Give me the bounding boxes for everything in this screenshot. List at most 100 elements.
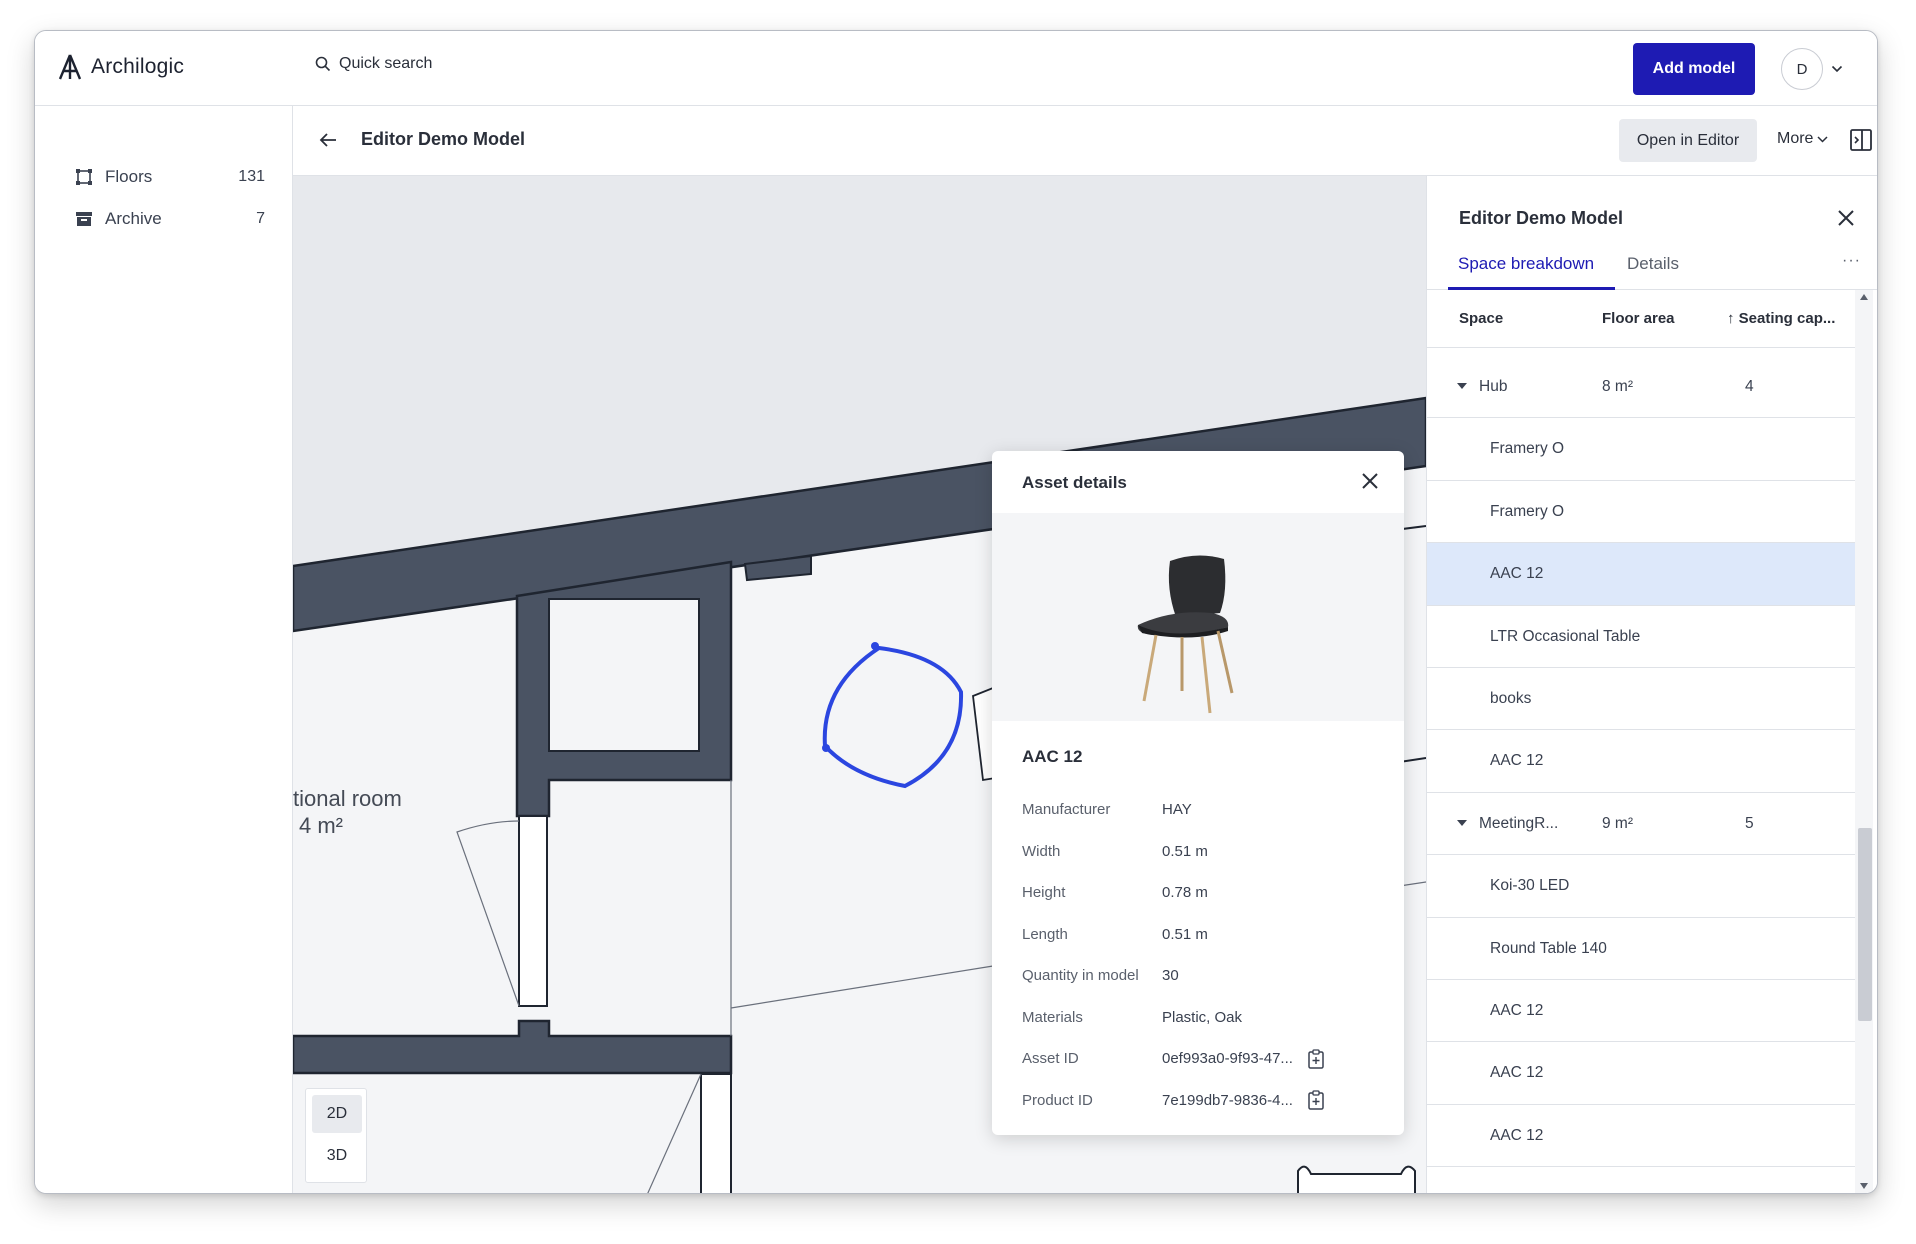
asset-name: Framery O [1490, 502, 1565, 520]
panel-title: Editor Demo Model [1459, 208, 1624, 228]
floor-plan-icon [76, 169, 92, 185]
space-breakdown-panel: Editor Demo Model Space breakdown Detail… [1426, 176, 1877, 1193]
table-row[interactable]: LTR Occasional Table [1427, 606, 1855, 668]
table-row[interactable]: Round Table 140 [1427, 918, 1855, 980]
floor-area: 8 m² [1602, 378, 1633, 395]
asset-preview [992, 513, 1404, 721]
asset-details-heading: Asset details [1022, 473, 1127, 492]
app-name: Archilogic [91, 55, 185, 78]
property-key: Length [1022, 925, 1068, 943]
property-key: Asset ID [1022, 1050, 1079, 1068]
property-row: Quantity in model 30 [1022, 955, 1382, 997]
room-area: 4 m² [299, 813, 343, 838]
table-row[interactable]: AAC 12 [1427, 1042, 1855, 1105]
sidebar: Floors 131 Archive 7 [35, 106, 293, 1193]
more-menu[interactable]: More [1777, 130, 1828, 148]
table-row[interactable]: AAC 12 [1427, 730, 1855, 793]
property-value: Plastic, Oak [1162, 1008, 1243, 1026]
app-window: Archilogic Quick search Add model D Floo… [34, 30, 1878, 1194]
seating-capacity: 4 [1745, 378, 1754, 395]
column-header-seating-capacity[interactable]: ↑ Seating cap... [1727, 310, 1835, 327]
user-menu[interactable]: D [1781, 48, 1843, 90]
back-arrow-icon[interactable] [317, 129, 339, 151]
copy-clipboard-icon[interactable] [1307, 1049, 1325, 1069]
search-placeholder: Quick search [339, 55, 433, 72]
archilogic-logo-icon [58, 54, 82, 80]
scroll-up-arrow-icon[interactable] [1860, 294, 1868, 300]
avatar[interactable]: D [1781, 48, 1823, 90]
panel-scrollbar[interactable] [1855, 290, 1873, 1193]
selected-chair-outline[interactable] [822, 642, 964, 789]
table-row[interactable]: AAC 12 [1427, 1105, 1855, 1168]
quick-search[interactable]: Quick search [315, 55, 432, 73]
property-row: Asset ID 0ef993a0-9f93-47... [1022, 1038, 1382, 1080]
property-row: Width 0.51 m [1022, 831, 1382, 873]
table-header: Space Floor area ↑ Seating cap... [1427, 290, 1855, 348]
property-value: 7e199db7-9836-4... [1162, 1091, 1293, 1109]
copy-clipboard-icon[interactable] [1307, 1090, 1325, 1110]
asset-name: AAC 12 [1022, 747, 1083, 766]
add-model-button[interactable]: Add model [1633, 43, 1755, 95]
property-row: Manufacturer HAY [1022, 789, 1382, 831]
page-title: Editor Demo Model [361, 129, 526, 149]
table-row[interactable]: AAC 12 [1427, 980, 1855, 1043]
asset-name: AAC 12 [1490, 752, 1544, 770]
app-logo[interactable]: Archilogic [57, 53, 184, 81]
view-3d-button[interactable]: 3D [312, 1137, 362, 1175]
space-table: Hub 8 m² 4 Framery O Framery O AAC 12 LT… [1427, 356, 1855, 1168]
space-name: Hub [1479, 378, 1508, 395]
chevron-down-icon [1817, 135, 1828, 143]
caret-down-icon[interactable] [1457, 383, 1467, 389]
property-value: 0.78 m [1162, 884, 1208, 902]
column-header-space[interactable]: Space [1459, 310, 1503, 327]
space-name: MeetingR... [1479, 814, 1559, 832]
open-in-editor-button[interactable]: Open in Editor [1619, 119, 1757, 162]
asset-name: AAC 12 [1490, 1001, 1544, 1019]
asset-name: AAC 12 [1490, 565, 1544, 583]
table-row[interactable]: Koi-30 LED [1427, 855, 1855, 918]
property-row: Materials Plastic, Oak [1022, 997, 1382, 1039]
scroll-down-arrow-icon[interactable] [1860, 1183, 1868, 1189]
sidebar-item-floors[interactable]: Floors 131 [75, 162, 265, 192]
table-row-selected[interactable]: AAC 12 [1427, 543, 1855, 606]
floor-area: 9 m² [1602, 814, 1633, 832]
property-value: HAY [1162, 801, 1192, 819]
sidebar-item-count: 7 [256, 210, 265, 227]
view-2d-button[interactable]: 2D [312, 1095, 362, 1133]
sidebar-item-label: Floors [105, 167, 153, 186]
tab-details[interactable]: Details [1627, 254, 1679, 290]
panel-tabs: Space breakdown Details [1427, 254, 1877, 290]
archive-box-icon [76, 212, 92, 226]
model-header: Editor Demo Model Open in Editor More [293, 106, 1877, 176]
property-row: Height 0.78 m [1022, 872, 1382, 914]
close-icon[interactable] [1360, 471, 1380, 491]
property-key: Product ID [1022, 1091, 1093, 1109]
property-row: Length 0.51 m [1022, 914, 1382, 956]
table-row[interactable]: Framery O [1427, 418, 1855, 481]
sidebar-item-archive[interactable]: Archive 7 [75, 204, 265, 234]
sidebar-item-count: 131 [238, 168, 265, 185]
property-key: Width [1022, 842, 1061, 860]
asset-name: AAC 12 [1490, 1126, 1544, 1144]
property-key: Manufacturer [1022, 801, 1111, 819]
scrollbar-thumb[interactable] [1858, 828, 1872, 1021]
chair-thumbnail [1137, 555, 1234, 714]
sidebar-item-label: Archive [105, 209, 162, 228]
asset-name: books [1490, 689, 1532, 707]
side-panel-toggle-icon[interactable] [1849, 128, 1873, 152]
table-row[interactable]: books [1427, 668, 1855, 731]
column-header-floor-area[interactable]: Floor area [1602, 310, 1675, 327]
property-value: 0.51 m [1162, 925, 1208, 943]
property-key: Quantity in model [1022, 967, 1139, 985]
chevron-down-icon[interactable] [1831, 65, 1843, 73]
asset-details-popup: Asset details AAC 12 Manufacturer HAY Wi… [992, 451, 1404, 1135]
table-row-group[interactable]: MeetingR... 9 m² 5 [1427, 793, 1855, 856]
caret-down-icon[interactable] [1457, 819, 1467, 826]
table-row[interactable]: Framery O [1427, 481, 1855, 544]
tab-space-breakdown[interactable]: Space breakdown [1458, 254, 1594, 290]
table-row-group[interactable]: Hub 8 m² 4 [1427, 356, 1855, 419]
search-icon [315, 56, 331, 72]
property-row: Product ID 7e199db7-9836-4... [1022, 1080, 1382, 1122]
close-icon[interactable] [1836, 208, 1856, 228]
more-options-icon[interactable]: ··· [1842, 252, 1861, 270]
